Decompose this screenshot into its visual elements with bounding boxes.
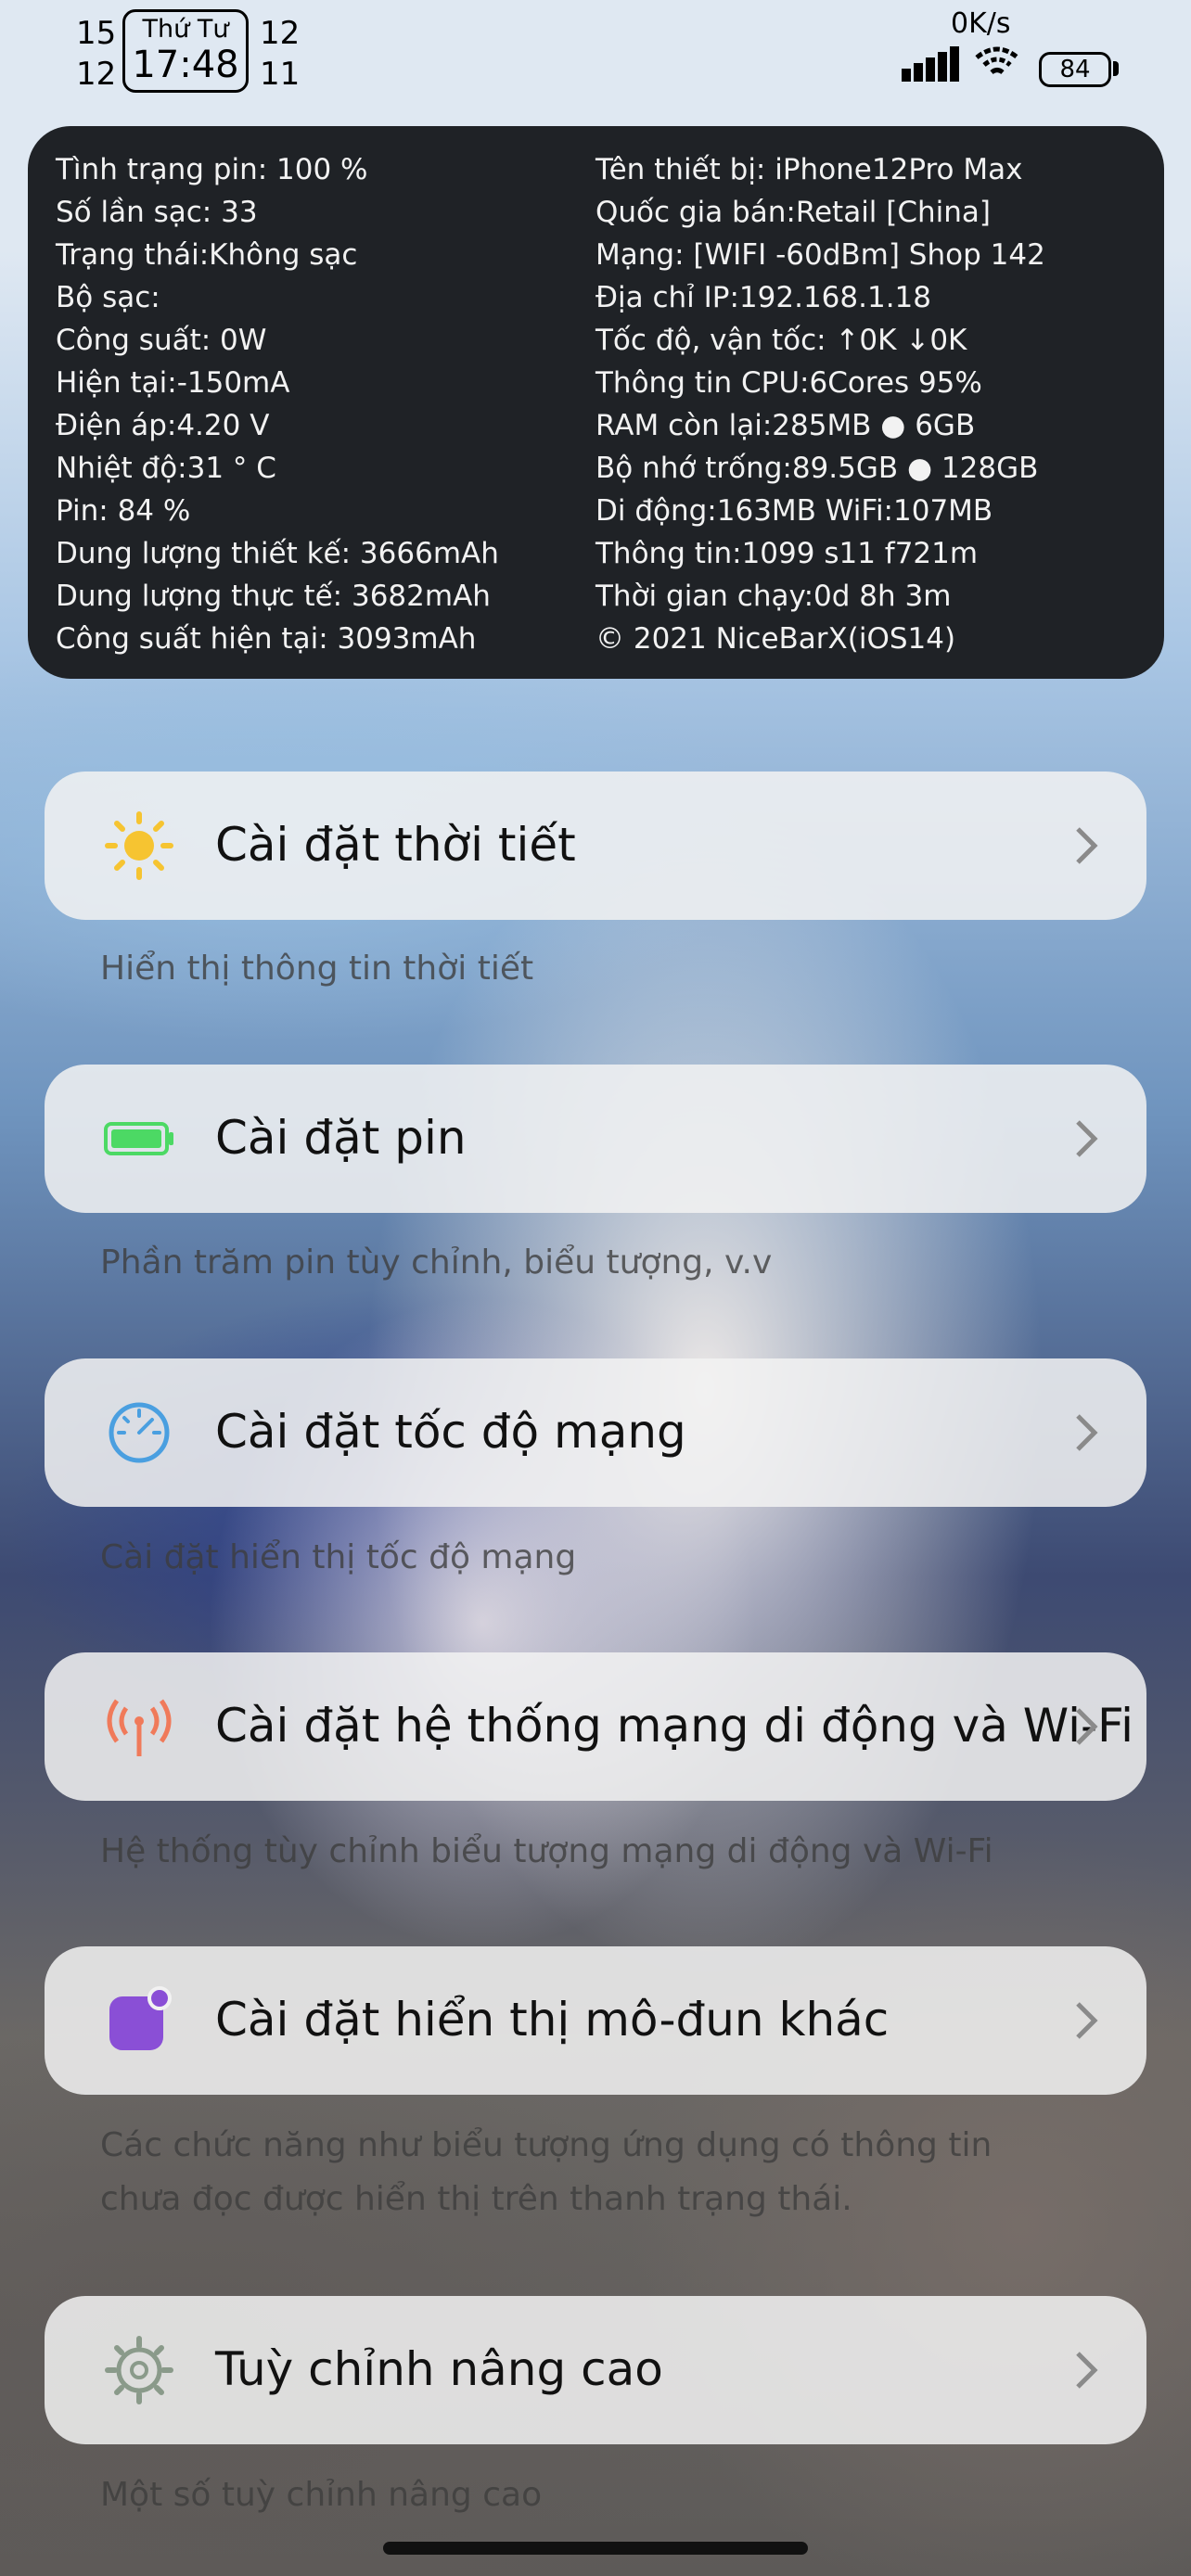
device-info-panel: Tình trạng pin: 100 % Số lần sạc: 33 Trạ… [28, 126, 1164, 679]
card-description: Một số tuỳ chỉnh nâng cao [100, 2476, 543, 2514]
battery-settings-card[interactable]: Cài đặt pin [45, 1065, 1146, 1213]
info-line: Dung lượng thực tế: 3682mAh [56, 580, 491, 613]
info-line: Trạng thái:Không sạc [56, 238, 358, 272]
card-title: Cài đặt hệ thống mạng di động và Wi-Fi [215, 1699, 1134, 1753]
status-bar: 15 12 Thứ Tư 17:48 12 11 0K/s 84 [0, 0, 1191, 102]
status-left-bottom: 12 [76, 56, 117, 93]
cellular-wifi-settings-card[interactable]: Cài đặt hệ thống mạng di động và Wi-Fi [45, 1652, 1146, 1801]
info-line: Điện áp:4.20 V [56, 409, 270, 442]
info-line: Công suất: 0W [56, 324, 267, 357]
battery-level: 84 [1059, 56, 1091, 83]
chevron-right-icon [1076, 1708, 1098, 1745]
info-line: Công suất hiện tại: 3093mAh [56, 622, 477, 656]
chevron-right-icon [1076, 827, 1098, 864]
clock-day: Thứ Tư [142, 15, 229, 44]
info-line: Hiện tại:-150mA [56, 366, 290, 400]
card-description: Các chức năng như biểu tượng ứng dụng có… [100, 2126, 992, 2218]
card-title: Cài đặt pin [215, 1111, 467, 1165]
info-line: Dung lượng thiết kế: 3666mAh [56, 537, 499, 570]
info-line: RAM còn lại:285MB ● 6GB [596, 409, 976, 442]
status-left-top: 15 [76, 15, 117, 52]
net-speed-label: 0K/s [951, 7, 1011, 40]
card-description: Hệ thống tùy chỉnh biểu tượng mạng di độ… [100, 1832, 993, 1870]
speedometer-icon [109, 1402, 170, 1463]
info-line: Thông tin CPU:6Cores 95% [596, 366, 982, 400]
other-modules-settings-card[interactable]: Cài đặt hiển thị mô-đun khác [45, 1946, 1146, 2095]
clock-time: 17:48 [132, 44, 239, 86]
info-line: Tình trạng pin: 100 % [56, 153, 368, 186]
card-title: Cài đặt hiển thị mô-đun khác [215, 1993, 890, 2047]
info-line: Số lần sạc: 33 [56, 196, 258, 229]
card-title: Cài đặt tốc độ mạng [215, 1405, 686, 1459]
chevron-right-icon [1076, 1120, 1098, 1157]
battery-tip [1113, 61, 1119, 76]
wifi-icon [975, 46, 1019, 75]
advanced-settings-card[interactable]: Tuỳ chỉnh nâng cao [45, 2296, 1146, 2444]
info-line: Địa chỉ IP:192.168.1.18 [596, 281, 931, 314]
weather-settings-card[interactable]: Cài đặt thời tiết [45, 772, 1146, 920]
info-line: Thời gian chạy:0d 8h 3m [596, 580, 952, 613]
sun-icon [105, 811, 173, 880]
info-line: © 2021 NiceBarX(iOS14) [596, 622, 956, 656]
info-line: Bộ sạc: [56, 281, 160, 314]
battery-info-column: Tình trạng pin: 100 % Số lần sạc: 33 Trạ… [56, 148, 499, 660]
clock: Thứ Tư 17:48 [122, 9, 249, 93]
status-right-bottom: 11 [260, 56, 301, 93]
info-line: Di động:163MB WiFi:107MB [596, 494, 993, 528]
card-description: Cài đặt hiển thị tốc độ mạng [100, 1538, 577, 1576]
info-line: Pin: 84 % [56, 494, 191, 528]
card-title: Tuỳ chỉnh nâng cao [215, 2342, 663, 2396]
info-line: Tốc độ, vận tốc: ↑0K ↓0K [596, 324, 967, 357]
home-indicator[interactable] [383, 2542, 808, 2555]
battery-indicator: 84 [1039, 52, 1111, 87]
info-line: Bộ nhớ trống:89.5GB ● 128GB [596, 452, 1039, 485]
battery-icon [104, 1122, 173, 1155]
info-line: Thông tin:1099 s11 f721m [596, 537, 979, 570]
card-description: Hiển thị thông tin thời tiết [100, 950, 534, 988]
chevron-right-icon [1076, 2352, 1098, 2389]
info-line: Tên thiết bị: iPhone12Pro Max [596, 153, 1023, 186]
chevron-right-icon [1076, 2002, 1098, 2039]
card-title: Cài đặt thời tiết [215, 818, 576, 872]
status-right-top: 12 [260, 15, 301, 52]
card-description: Phần trăm pin tùy chỉnh, biểu tượng, v.v [100, 1243, 773, 1282]
info-line: Mạng: [WIFI -60dBm] Shop 142 [596, 238, 1045, 272]
info-line: Nhiệt độ:31 ° C [56, 452, 276, 485]
gear-icon [105, 2336, 173, 2404]
device-info-column: Tên thiết bị: iPhone12Pro Max Quốc gia b… [596, 148, 1045, 660]
network-speed-settings-card[interactable]: Cài đặt tốc độ mạng [45, 1358, 1146, 1507]
cellular-signal-icon [902, 46, 959, 82]
chevron-right-icon [1076, 1414, 1098, 1451]
app-badge-icon [109, 1986, 172, 2050]
antenna-icon [107, 1699, 172, 1756]
info-line: Quốc gia bán:Retail [China] [596, 196, 992, 229]
